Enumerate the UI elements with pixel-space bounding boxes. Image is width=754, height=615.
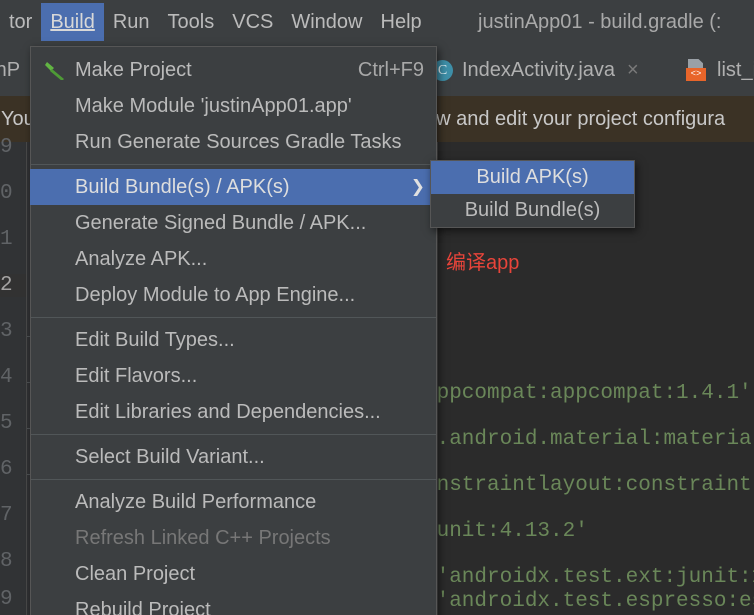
line-number: 8 (0, 550, 13, 573)
menu-label: tor (9, 11, 33, 33)
code-line: junit:4.13.2' (424, 520, 588, 543)
menu-item-analyze-build-performance[interactable]: Analyze Build Performance (31, 484, 436, 520)
menu-label-help: Help (380, 11, 422, 33)
menu-item-vcs[interactable]: VCS (223, 3, 282, 41)
menu-item-label: Analyze APK... (75, 247, 208, 270)
line-number: 9 (0, 136, 13, 159)
menu-item-label: Make Project (75, 58, 192, 81)
code-line: e.android.material:material (424, 428, 754, 451)
menu-item-build[interactable]: Build (41, 3, 104, 41)
menu-item-run[interactable]: Run (104, 3, 159, 41)
menu-item-label: Deploy Module to App Engine... (75, 283, 356, 306)
submenu-item-build-bundles[interactable]: Build Bundle(s) (431, 194, 634, 227)
menu-item-select-build-variant[interactable]: Select Build Variant... (31, 439, 436, 475)
menu-item-tools[interactable]: Tools (159, 3, 224, 41)
menu-separator (31, 317, 436, 318)
menu-item-rebuild-project[interactable]: Rebuild Project (31, 592, 436, 615)
close-icon[interactable]: × (627, 60, 639, 80)
menu-separator (31, 434, 436, 435)
menu-item-label: Edit Build Types... (75, 328, 235, 351)
line-number: 5 (0, 412, 13, 435)
menu-item-label: Refresh Linked C++ Projects (75, 526, 331, 549)
menu-item-clean-project[interactable]: Clean Project (31, 556, 436, 592)
menu-item-editor-truncated[interactable]: tor (0, 3, 41, 41)
line-number: 7 (0, 504, 13, 527)
editor-tab-list-item[interactable]: <> list_it (686, 44, 754, 96)
menu-bar: tor Build Run Tools VCS Window Help just… (0, 0, 754, 44)
menu-item-deploy-module-to-app-engine[interactable]: Deploy Module to App Engine... (31, 277, 436, 313)
chevron-right-icon: ❯ (410, 177, 425, 197)
editor-tab-partial[interactable]: ginP (0, 44, 20, 96)
editor-tab-label: ginP (0, 58, 21, 81)
menu-item-refresh-linked-cpp-projects: Refresh Linked C++ Projects (31, 520, 436, 556)
menu-item-make-module[interactable]: Make Module 'justinApp01.app' (31, 88, 436, 124)
menu-item-label: Edit Libraries and Dependencies... (75, 400, 381, 423)
menu-item-edit-build-types[interactable]: Edit Build Types... (31, 322, 436, 358)
menu-item-generate-signed-bundle-apk[interactable]: Generate Signed Bundle / APK... (31, 205, 436, 241)
menu-label-window: Window (291, 11, 363, 33)
menu-label-vcs: VCS (232, 11, 274, 33)
line-number: 4 (0, 366, 13, 389)
menu-item-label: Clean Project (75, 562, 196, 585)
menu-item-label: Edit Flavors... (75, 364, 198, 387)
window-title: justinApp01 - build.gradle (: (478, 11, 722, 33)
menu-item-analyze-apk[interactable]: Analyze APK... (31, 241, 436, 277)
menu-item-label: Generate Signed Bundle / APK... (75, 211, 367, 234)
line-number-current: 2 (0, 274, 26, 297)
menu-item-edit-libraries-and-dependencies[interactable]: Edit Libraries and Dependencies... (31, 394, 436, 430)
build-menu-popup[interactable]: Make Project Ctrl+F9 Make Module 'justin… (30, 46, 437, 615)
build-bundles-apks-submenu[interactable]: Build APK(s) Build Bundle(s) (430, 160, 635, 228)
line-number: 1 (0, 228, 13, 251)
xml-layout-icon: <> (686, 59, 708, 81)
menu-item-shortcut: Ctrl+F9 (357, 58, 424, 81)
menu-item-build-bundles-apks[interactable]: Build Bundle(s) / APK(s) ❯ (30, 169, 437, 205)
code-line: 'androidx.test.espresso:es (424, 590, 754, 613)
notification-text-right: ew and edit your project configura (425, 108, 726, 130)
menu-label-tools: Tools (167, 11, 215, 33)
code-line: appcompat:appcompat:1.4.1' (424, 382, 752, 405)
menu-label-run: Run (112, 11, 150, 33)
menu-item-label: Select Build Variant... (75, 445, 265, 468)
line-number: 3 (0, 320, 13, 343)
menu-separator (31, 164, 436, 165)
line-number: 0 (0, 182, 13, 205)
menu-bar-items: tor Build Run Tools VCS Window Help (0, 0, 431, 44)
submenu-item-label: Build APK(s) (476, 166, 589, 188)
menu-separator (31, 479, 436, 480)
menu-item-run-generate-sources-gradle-tasks[interactable]: Run Generate Sources Gradle Tasks (31, 124, 436, 160)
menu-item-label: Run Generate Sources Gradle Tasks (75, 130, 402, 153)
menu-label-build: Build (50, 11, 95, 33)
android-studio-window: tor Build Run Tools VCS Window Help just… (0, 0, 754, 615)
editor-tab-indexactivity[interactable]: C IndexActivity.java × (432, 44, 639, 96)
menu-item-label: Rebuild Project (75, 598, 211, 615)
menu-item-label: Make Module 'justinApp01.app' (75, 94, 352, 117)
line-number: 9 (0, 588, 13, 611)
editor-tab-label: list_it (717, 58, 754, 81)
menu-item-window[interactable]: Window (282, 3, 371, 41)
menu-item-label: Analyze Build Performance (75, 490, 317, 513)
code-line: 'androidx.test.ext:junit:1 (424, 566, 754, 589)
submenu-item-label: Build Bundle(s) (464, 199, 601, 221)
hammer-icon (45, 62, 64, 80)
submenu-item-build-apks[interactable]: Build APK(s) (431, 161, 634, 194)
menu-item-make-project[interactable]: Make Project Ctrl+F9 (31, 52, 436, 88)
menu-item-edit-flavors[interactable]: Edit Flavors... (31, 358, 436, 394)
line-number: 6 (0, 458, 13, 481)
editor-tab-label: IndexActivity.java (462, 58, 616, 81)
menu-item-label: Build Bundle(s) / APK(s) (75, 175, 290, 198)
code-line: onstraintlayout:constraintl (424, 474, 754, 497)
menu-item-help[interactable]: Help (372, 3, 431, 41)
